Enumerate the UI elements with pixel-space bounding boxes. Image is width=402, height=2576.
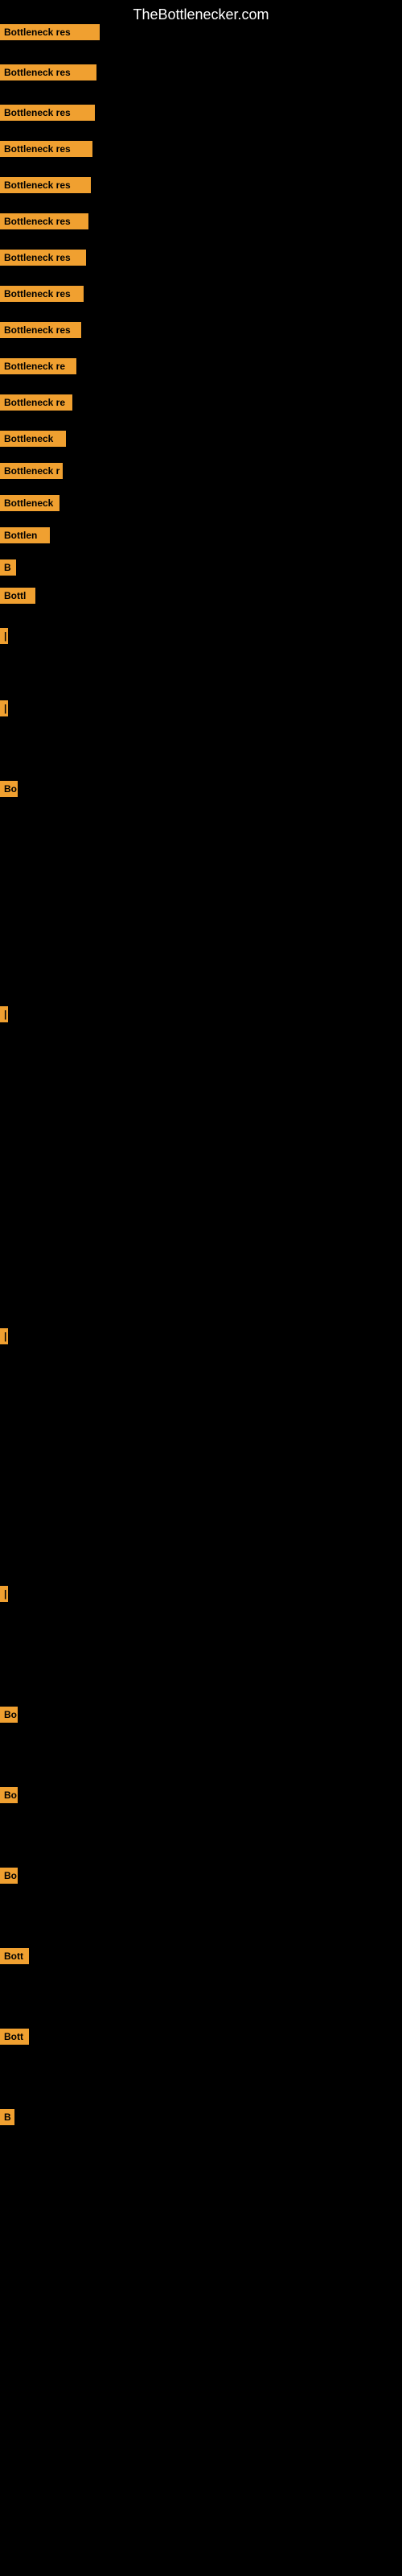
bottleneck-item[interactable]: Bo (0, 1707, 18, 1723)
bottleneck-item[interactable]: Bottleneck res (0, 322, 81, 338)
bottleneck-item[interactable]: Bo (0, 1868, 18, 1884)
bottleneck-item[interactable]: Bottleneck re (0, 358, 76, 374)
bottleneck-item[interactable]: | (0, 1006, 8, 1022)
bottleneck-item[interactable]: B (0, 559, 16, 576)
bottleneck-item[interactable]: Bott (0, 1948, 29, 1964)
bottleneck-item[interactable]: Bottl (0, 588, 35, 604)
bottleneck-item[interactable]: Bottleneck (0, 431, 66, 447)
bottleneck-item[interactable]: Bottleneck res (0, 250, 86, 266)
bottleneck-item[interactable]: Bottleneck res (0, 24, 100, 40)
bottleneck-item[interactable]: | (0, 628, 8, 644)
bottleneck-item[interactable]: Bottleneck re (0, 394, 72, 411)
bottleneck-item[interactable]: Bottleneck res (0, 286, 84, 302)
bottleneck-item[interactable]: Bo (0, 1787, 18, 1803)
bottleneck-item[interactable]: Bottleneck res (0, 141, 92, 157)
bottleneck-item[interactable]: Bottleneck res (0, 105, 95, 121)
bottleneck-item[interactable]: | (0, 700, 8, 716)
bottleneck-item[interactable]: Bo (0, 781, 18, 797)
bottleneck-item[interactable]: Bottleneck r (0, 463, 63, 479)
bottleneck-item[interactable]: Bottleneck res (0, 213, 88, 229)
bottleneck-item[interactable]: | (0, 1586, 8, 1602)
bottleneck-item[interactable]: | (0, 1328, 8, 1344)
bottleneck-item[interactable]: B (0, 2109, 14, 2125)
bottleneck-item[interactable]: Bottleneck res (0, 177, 91, 193)
bottleneck-item[interactable]: Bott (0, 2029, 29, 2045)
bottleneck-item[interactable]: Bottlen (0, 527, 50, 543)
bottleneck-item[interactable]: Bottleneck (0, 495, 59, 511)
bottleneck-item[interactable]: Bottleneck res (0, 64, 96, 80)
